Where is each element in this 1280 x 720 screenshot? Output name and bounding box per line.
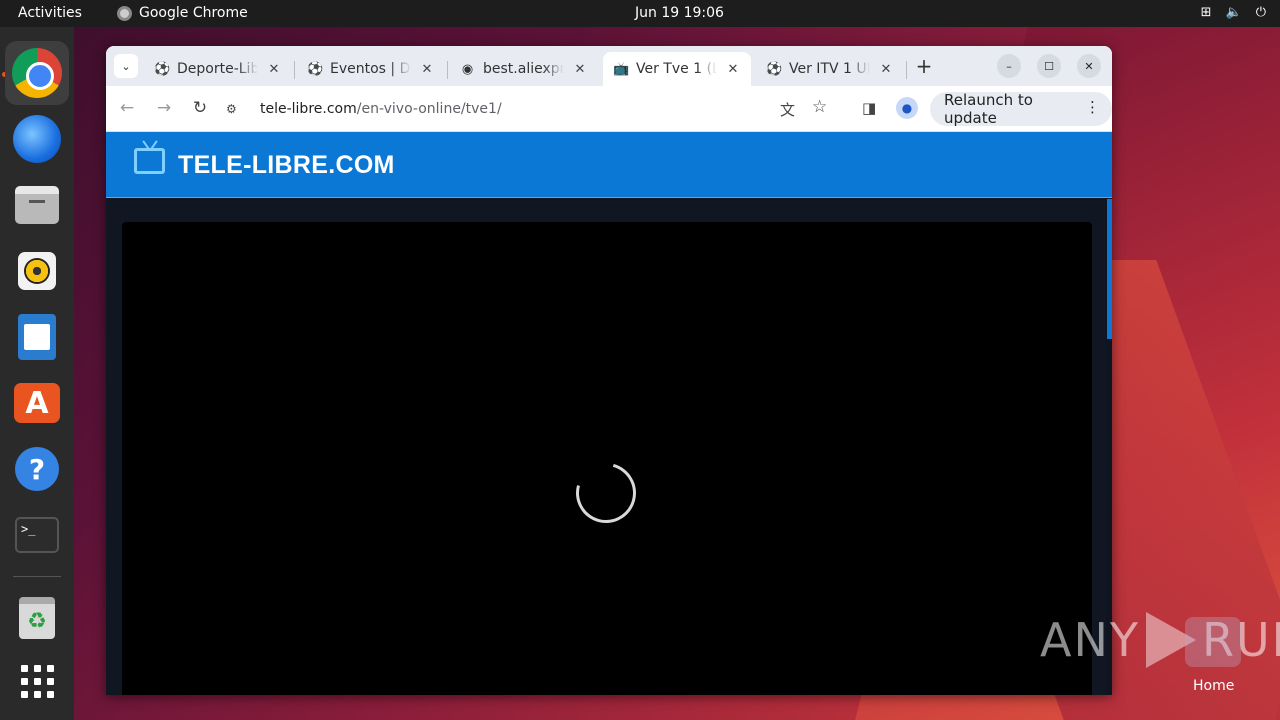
profile-avatar[interactable]: ● xyxy=(896,97,918,119)
close-tab-icon[interactable]: ✕ xyxy=(725,62,741,77)
minimize-icon: – xyxy=(1006,59,1012,73)
thunderbird-icon xyxy=(13,115,61,163)
chrome-icon xyxy=(12,48,62,98)
tab-title: Ver ITV 1 UK xyxy=(789,61,870,77)
app-center-icon: A xyxy=(14,383,60,423)
tab-ver-itv1[interactable]: ⚽ Ver ITV 1 UK ✕ xyxy=(756,52,904,86)
translate-icon[interactable]: 文 xyxy=(780,99,795,120)
app-grid-icon xyxy=(20,664,54,698)
dock-terminal[interactable]: >_ xyxy=(5,503,69,567)
dock: A ? >_ ♻ xyxy=(0,27,74,720)
tab-eventos[interactable]: ⚽ Eventos | Deporte ✕ xyxy=(297,52,445,86)
url-host: tele-libre.com xyxy=(260,101,357,117)
site-title-link[interactable]: TELE-LIBRE.COM xyxy=(178,151,395,180)
anyrun-watermark: ANY RUN xyxy=(1040,612,1280,668)
volume-icon: 🔈 xyxy=(1225,5,1242,20)
tab-separator xyxy=(906,61,907,79)
globe-icon: ◉ xyxy=(461,61,474,77)
soccer-ball-icon: ⚽ xyxy=(154,61,171,77)
app-menu-label: Google Chrome xyxy=(139,5,248,21)
terminal-icon: >_ xyxy=(15,517,59,553)
close-tab-icon[interactable]: ✕ xyxy=(572,62,588,77)
soccer-ball-icon: ⚽ xyxy=(766,61,783,77)
dock-separator xyxy=(13,576,61,577)
relaunch-label: Relaunch to update xyxy=(944,91,1033,127)
help-icon: ? xyxy=(15,447,59,491)
dock-rhythmbox[interactable] xyxy=(5,239,69,303)
tab-deporte-libre[interactable]: ⚽ Deporte-Libre ✕ xyxy=(144,52,292,86)
browser-window: ⌄ ⚽ Deporte-Libre ✕ ⚽ Eventos | Deporte … xyxy=(106,46,1112,695)
back-button[interactable]: ← xyxy=(116,98,138,118)
network-icon: ⊞ xyxy=(1200,5,1212,20)
maximize-button[interactable]: ☐ xyxy=(1037,54,1061,78)
menu-icon: ⋮ xyxy=(1085,98,1100,116)
power-icon: ⏻ xyxy=(1255,5,1266,20)
browser-toolbar: ← → ↻ ⚙ tele-libre.com/en-vivo-online/tv… xyxy=(106,86,1112,132)
close-tab-icon[interactable]: ✕ xyxy=(878,62,894,77)
tab-title: best.aliexpress.com xyxy=(483,61,564,77)
dock-help[interactable]: ? xyxy=(5,437,69,501)
show-apps-button[interactable] xyxy=(5,649,69,713)
site-header: TELE-LIBRE.COM xyxy=(106,132,1112,198)
writer-icon xyxy=(18,314,56,360)
address-bar[interactable]: ⚙ tele-libre.com/en-vivo-online/tve1/ xyxy=(226,91,830,127)
video-player[interactable] xyxy=(122,222,1092,695)
dock-thunderbird[interactable] xyxy=(5,107,69,171)
tv-icon: 📺 xyxy=(613,61,630,77)
chevron-down-icon: ⌄ xyxy=(121,59,131,73)
dock-trash[interactable]: ♻ xyxy=(5,586,69,650)
tab-title: Eventos | Deporte xyxy=(330,61,411,77)
close-tab-icon[interactable]: ✕ xyxy=(419,62,435,77)
trash-icon: ♻ xyxy=(19,597,55,639)
person-icon: ● xyxy=(901,101,913,115)
activities-button[interactable]: Activities xyxy=(18,5,82,21)
minimize-button[interactable]: – xyxy=(997,54,1021,78)
bookmark-star-icon[interactable]: ☆ xyxy=(812,97,827,117)
loading-spinner-icon xyxy=(565,452,647,534)
tab-strip: ⌄ ⚽ Deporte-Libre ✕ ⚽ Eventos | Deporte … xyxy=(106,46,1112,86)
tv-logo-icon xyxy=(134,148,165,174)
tab-ver-tve1[interactable]: 📺 Ver Tve 1 (La 1) ✕ xyxy=(603,52,751,86)
reload-button[interactable]: ↻ xyxy=(189,98,211,118)
new-tab-button[interactable]: + xyxy=(912,54,936,78)
page-content: TELE-LIBRE.COM xyxy=(106,132,1112,695)
rhythmbox-icon xyxy=(18,252,56,290)
clock[interactable]: Jun 19 19:06 xyxy=(635,5,724,21)
maximize-icon: ☐ xyxy=(1044,59,1054,73)
site-info-icon[interactable]: ⚙ xyxy=(226,102,244,116)
dock-app-center[interactable]: A xyxy=(5,371,69,435)
top-bar: Activities Google Chrome Jun 19 19:06 ⊞ … xyxy=(0,0,1280,27)
chrome-small-icon xyxy=(117,5,132,21)
tab-title: Ver Tve 1 (La 1) xyxy=(636,61,717,77)
app-menu[interactable]: Google Chrome xyxy=(117,5,248,21)
files-icon xyxy=(15,186,59,224)
dock-files[interactable] xyxy=(5,173,69,237)
home-folder-label[interactable]: Home xyxy=(1193,678,1234,694)
dock-writer[interactable] xyxy=(5,305,69,369)
url-path: /en-vivo-online/tve1/ xyxy=(356,101,502,117)
forward-button[interactable]: → xyxy=(153,98,175,118)
side-panel-icon[interactable]: ◨ xyxy=(862,99,876,117)
tab-search-button[interactable]: ⌄ xyxy=(114,54,138,78)
close-icon: ✕ xyxy=(1084,59,1094,73)
watermark-left: ANY xyxy=(1040,613,1140,667)
relaunch-to-update-button[interactable]: Relaunch to update ⋮ xyxy=(930,91,1112,127)
tab-separator xyxy=(294,61,295,79)
home-folder-icon[interactable] xyxy=(1185,617,1241,667)
tab-title: Deporte-Libre xyxy=(177,61,258,77)
close-tab-icon[interactable]: ✕ xyxy=(266,62,282,77)
soccer-ball-icon: ⚽ xyxy=(307,61,324,77)
tab-separator xyxy=(447,61,448,79)
dock-chrome[interactable] xyxy=(5,41,69,105)
tab-aliexpress[interactable]: ◉ best.aliexpress.com ✕ xyxy=(450,52,598,86)
scrollbar-thumb[interactable] xyxy=(1107,199,1112,339)
system-tray[interactable]: ⊞ 🔈 ⏻ xyxy=(1201,5,1266,20)
close-window-button[interactable]: ✕ xyxy=(1077,54,1101,78)
